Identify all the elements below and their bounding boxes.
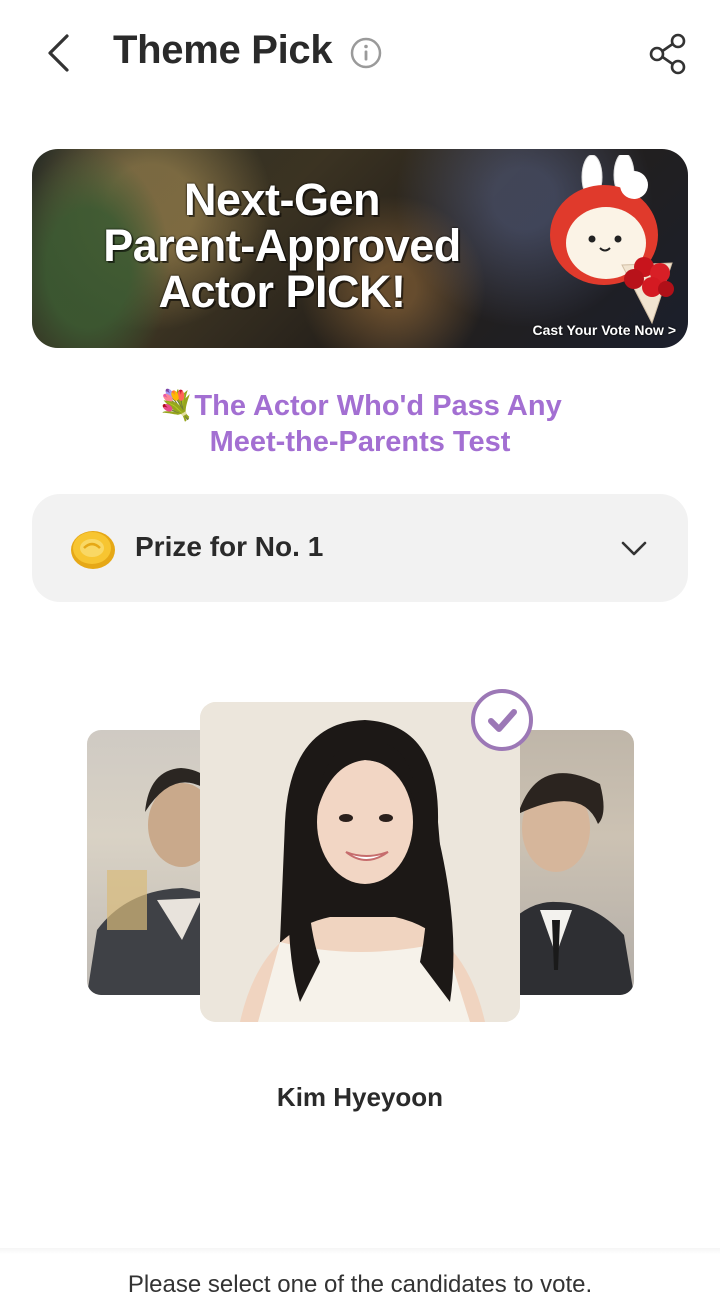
chevron-left-icon [48,34,69,72]
info-icon[interactable] [350,37,382,69]
theme-subtitle: 💐The Actor Who'd Pass Any Meet-the-Paren… [0,388,720,460]
bouquet-icon: 💐 [158,390,195,422]
theme-pick-screen: Theme Pick Next-Gen Parent-Approved Acto… [0,0,720,1316]
banner-line-1: Next-Gen [183,174,381,225]
footer-divider [0,1248,720,1254]
subtitle-line-2: Meet-the-Parents Test [209,426,511,458]
subtitle-line-1: 💐The Actor Who'd Pass Any [0,388,720,424]
banner-line-3: Actor PICK! [158,266,406,317]
vote-instruction: Please select one of the candidates to v… [127,1271,593,1298]
bunny-mascot-icon [550,155,674,325]
prize-label: Prize for No. 1 [135,531,324,562]
coin-icon [71,531,115,569]
banner-headline: Next-Gen Parent-Approved Actor PICK! [32,177,532,315]
selected-check-icon [471,689,533,751]
banner-line-2: Parent-Approved [103,220,461,271]
back-button[interactable] [36,30,80,76]
banner-cta[interactable]: Cast Your Vote Now > [532,322,676,338]
candidate-name: Kim Hyeyoon [276,1082,444,1112]
promo-banner[interactable]: Next-Gen Parent-Approved Actor PICK! Cas… [32,149,688,348]
page-title: Theme Pick [113,28,333,72]
prize-dropdown[interactable]: Prize for No. 1 [32,494,688,602]
share-icon[interactable] [646,32,690,76]
subtitle-text-1: The Actor Who'd Pass Any [194,390,562,422]
chevron-down-icon [621,541,647,556]
header: Theme Pick [0,0,720,106]
